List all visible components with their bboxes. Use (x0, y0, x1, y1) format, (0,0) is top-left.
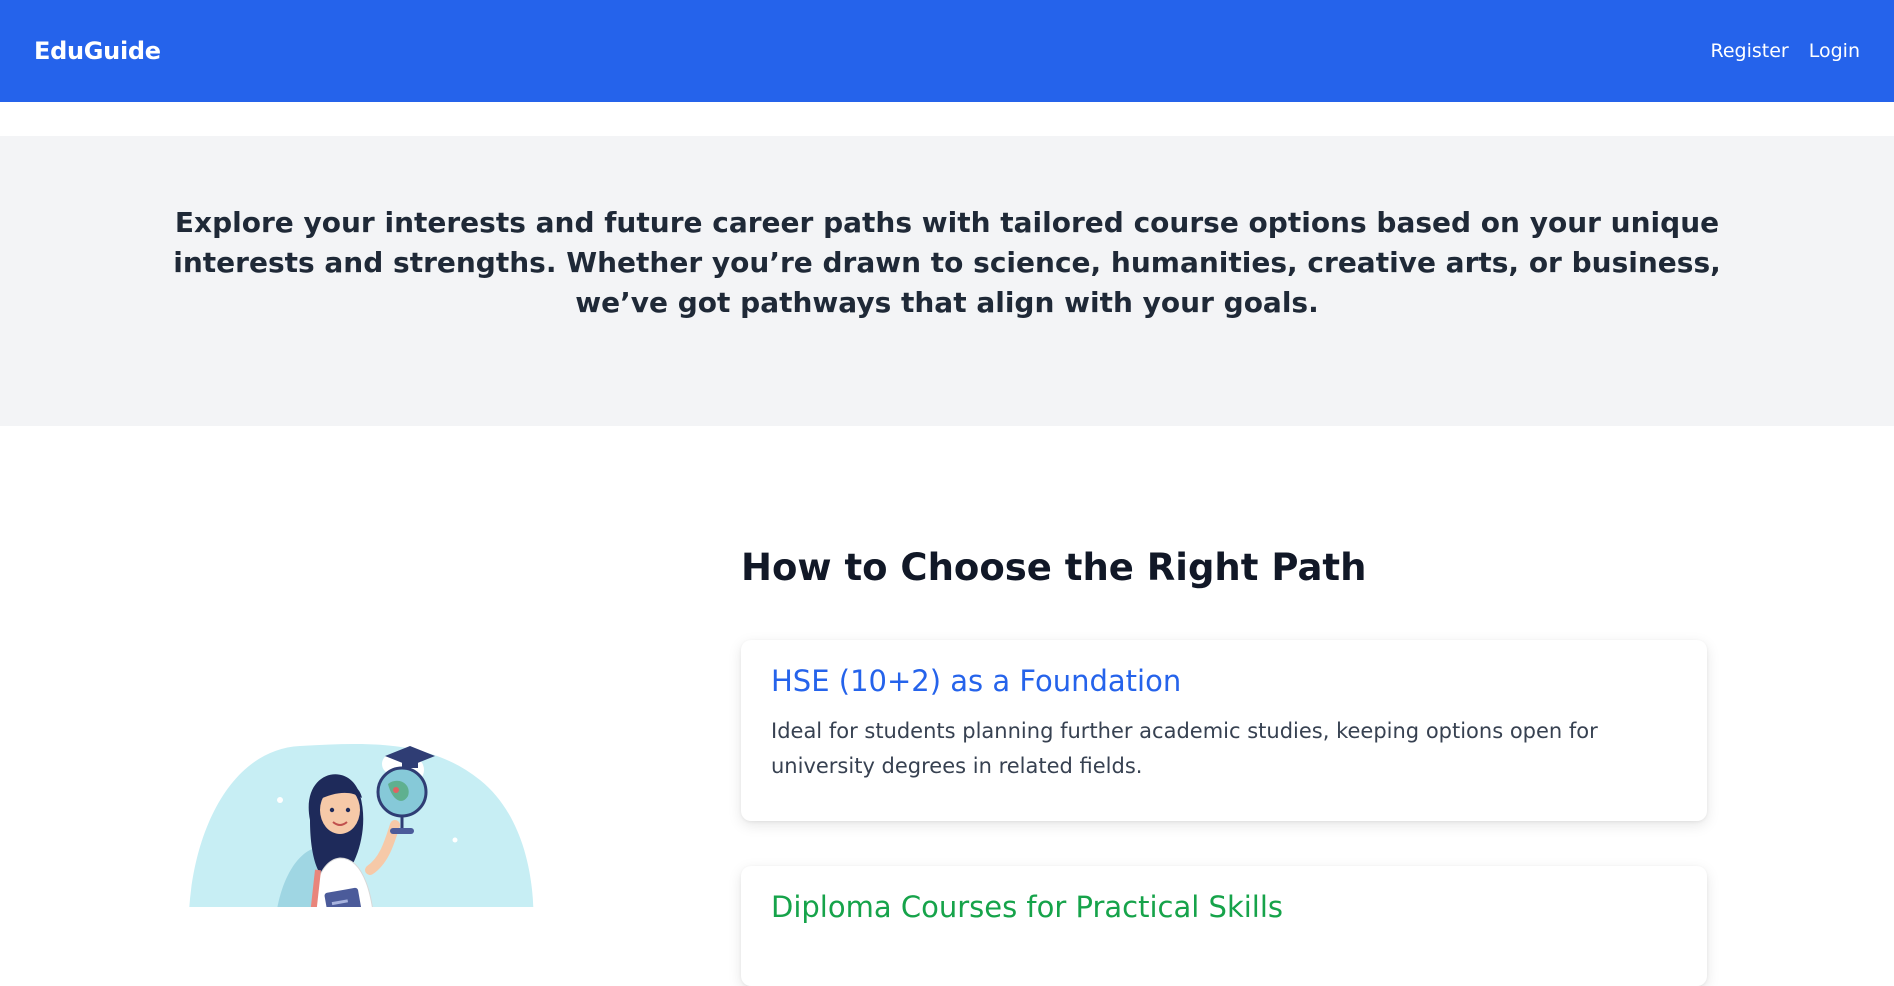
hero-text: Explore your interests and future career… (173, 206, 1721, 319)
student-with-globe-illustration (180, 740, 560, 907)
login-link[interactable]: Login (1809, 40, 1860, 62)
register-link[interactable]: Register (1711, 40, 1789, 62)
card-description: Ideal for students planning further acad… (771, 719, 1598, 778)
path-card-diploma[interactable]: Diploma Courses for Practical Skills (741, 866, 1707, 986)
card-title: HSE (10+2) as a Foundation (771, 664, 1182, 698)
brand-logo[interactable]: EduGuide (34, 37, 161, 65)
navbar: EduGuide Register Login (0, 0, 1894, 102)
section-title: How to Choose the Right Path (741, 546, 1367, 589)
illustration-graphic (189, 743, 534, 907)
card-title: Diploma Courses for Practical Skills (771, 890, 1284, 924)
path-card-hse[interactable]: HSE (10+2) as a Foundation Ideal for stu… (741, 640, 1707, 821)
nav-links: Register Login (1711, 40, 1861, 62)
hero-section: Explore your interests and future career… (0, 136, 1894, 426)
